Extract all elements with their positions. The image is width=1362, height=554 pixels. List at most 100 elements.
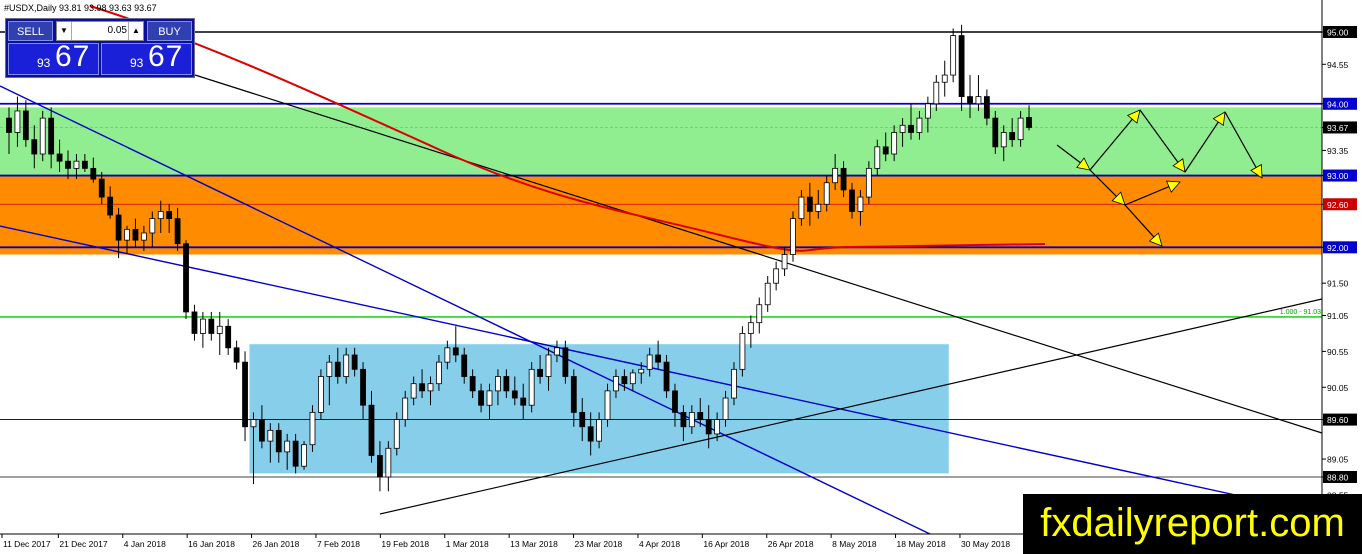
bearish-candle [132,228,139,241]
sell-button[interactable]: SELL [8,21,53,41]
bearish-candle [992,117,999,148]
bullish-candle [933,81,940,105]
buy-button[interactable]: BUY [147,21,192,41]
bullish-candle [950,35,957,76]
bullish-candle [545,354,552,377]
bearish-candle [570,376,577,413]
bullish-candle [436,361,442,385]
bearish-candle [258,419,265,442]
bearish-candle [655,354,662,363]
time-tick-label: 1 Mar 2018 [446,539,489,549]
bearish-candle [520,397,527,406]
bullish-candle [604,390,611,420]
bearish-candle [511,390,518,399]
watermark-logo: fxdailyreport.com [1023,494,1362,554]
bearish-candle [351,354,358,370]
time-tick-label: 4 Jan 2018 [124,539,166,549]
price-tick-label: 91.05 [1327,311,1349,321]
bearish-candle [587,426,594,442]
bearish-candle [452,347,459,356]
time-tick-label: 11 Dec 2017 [3,539,51,549]
bullish-candle [924,103,931,119]
lot-decrease-icon[interactable]: ▼ [57,22,72,40]
bearish-candle [65,160,71,169]
buy-price-box[interactable]: 93 67 [101,40,192,75]
bullish-candle [764,282,771,306]
bullish-candle [629,372,636,385]
bearish-candle [697,412,704,420]
lot-size-field[interactable]: ▼ 0.05 ▲ [56,21,144,41]
bullish-candle [385,447,392,478]
time-tick-label: 18 May 2018 [897,539,946,549]
time-tick-label: 23 Mar 2018 [575,539,623,549]
bearish-candle [233,347,240,363]
bullish-candle [798,196,805,220]
bearish-candle [292,440,299,467]
bullish-candle [309,412,316,446]
time-tick-label: 30 May 2018 [961,539,1010,549]
bearish-candle [806,196,813,212]
price-tick-label: 91.50 [1327,279,1349,289]
bearish-candle [275,429,282,453]
time-tick-label: 21 Dec 2017 [59,539,107,549]
price-tick-label: 93.00 [1327,171,1349,181]
green-zone [0,107,1322,176]
time-tick-label: 26 Apr 2018 [768,539,814,549]
price-tick-label: 89.05 [1327,455,1349,465]
bearish-candle [840,167,847,191]
bearish-candle [242,361,248,428]
time-tick-label: 13 Mar 2018 [510,539,558,549]
bullish-candle [39,117,46,155]
bullish-candle [495,376,501,392]
bullish-candle [747,322,754,334]
buy-price-prefix: 93 [130,56,144,70]
bearish-candle [672,390,678,413]
bearish-candle [983,96,990,119]
bullish-candle [1017,117,1024,141]
bullish-candle [773,268,780,284]
bullish-candle [1000,132,1007,148]
bullish-candle [790,218,796,255]
bullish-candle [410,383,417,399]
bullish-candle [444,347,451,363]
bearish-candle [98,178,105,198]
price-tick-label: 92.60 [1327,200,1349,210]
one-click-trading-panel: SELL ▼ 0.05 ▲ BUY 93 67 93 67 [5,18,195,78]
bullish-candle [393,419,400,449]
bullish-candle [284,440,291,453]
bearish-candle [48,117,55,155]
bullish-candle [402,397,409,420]
bearish-candle [461,354,468,377]
price-tick-label: 95.00 [1327,28,1349,38]
bearish-candle [166,211,173,220]
price-axis-background [1322,0,1362,554]
time-tick-label: 26 Jan 2018 [253,539,300,549]
bullish-candle [739,333,746,370]
bearish-candle [503,376,510,392]
sell-price-box[interactable]: 93 67 [8,40,99,75]
bearish-candle [1026,117,1032,128]
time-tick-label: 19 Feb 2018 [381,539,429,549]
bullish-candle [714,419,721,435]
bullish-candle [638,368,645,374]
bullish-candle [318,376,324,413]
lot-increase-icon[interactable]: ▲ [128,22,143,40]
bullish-candle [722,397,729,420]
bearish-candle [663,361,670,392]
price-tick-label: 94.00 [1327,99,1349,109]
bearish-candle [225,325,232,349]
bullish-candle [832,167,839,184]
bearish-candle [562,347,569,377]
sell-price-pips: 67 [55,40,91,73]
bearish-candle [208,318,215,334]
price-chart[interactable]: 1.000 - 91.03 95.0094.5594.0093.6793.359… [0,0,1362,554]
bearish-candle [81,160,88,169]
bullish-candle [486,390,493,406]
bullish-candle [73,160,80,169]
bearish-candle [56,153,63,162]
price-tick-label: 93.67 [1327,123,1349,133]
bearish-candle [849,189,855,212]
bullish-candle [14,110,21,133]
bearish-candle [621,376,628,385]
bearish-candle [90,167,97,180]
